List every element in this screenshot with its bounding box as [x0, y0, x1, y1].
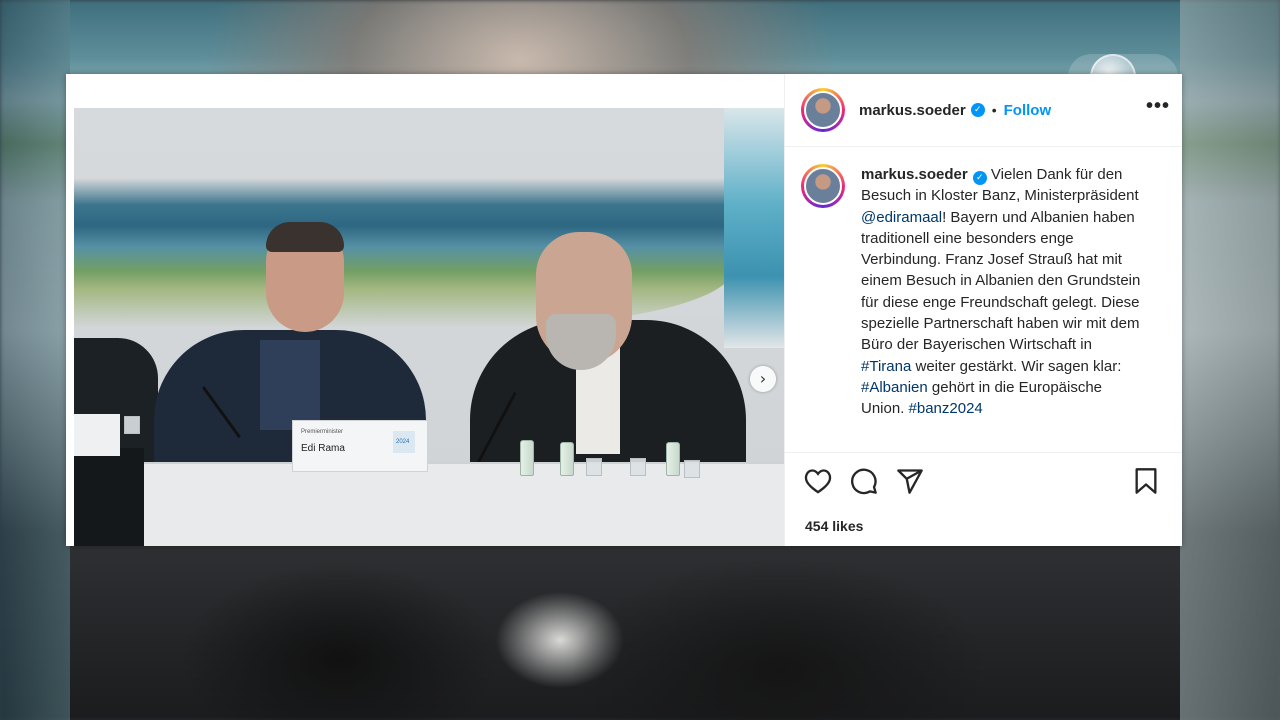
caption: markus.soeder ✓ Vielen Dank für den Besuc…	[785, 164, 1182, 420]
caption-segment: weiter gestärkt. Wir sagen klar:	[911, 357, 1122, 375]
hashtag-link[interactable]: #Albanien	[861, 379, 928, 396]
nameplate	[74, 414, 120, 456]
nameplate-logo-year: 2024	[396, 439, 410, 445]
hashtag-link[interactable]: #banz2024	[909, 400, 983, 417]
caption-body: Vielen Dank für den Besuch in Kloster Ba…	[861, 166, 1140, 417]
glass	[124, 416, 140, 434]
nameplate: Premierminister Edi Rama 2024	[292, 420, 428, 472]
more-options-icon[interactable]: •••	[1146, 96, 1170, 116]
caption-username[interactable]: markus.soeder	[861, 166, 968, 183]
water-bottle	[560, 442, 574, 476]
comment-icon[interactable]	[849, 466, 879, 496]
hashtag-link[interactable]: #Tirana	[861, 358, 911, 375]
mention-link[interactable]: @ediramaal	[861, 209, 942, 226]
caption-segment: ! Bayern und Albanien haben traditionell…	[861, 208, 1141, 354]
glass	[684, 460, 700, 478]
post-media-column: Premierminister Edi Rama 2024 ›	[66, 74, 784, 546]
background-figures	[160, 560, 1060, 720]
water-bottle	[520, 440, 534, 476]
background-left-edge	[0, 0, 70, 720]
divider	[785, 452, 1182, 453]
post-photo[interactable]: Premierminister Edi Rama 2024 ›	[74, 108, 784, 546]
glass	[586, 458, 602, 476]
nameplate-name: Edi Rama	[301, 443, 345, 454]
post-info-column: markus.soeder ✓ • Follow ••• markus.soed…	[784, 74, 1182, 546]
author-username[interactable]: markus.soeder	[859, 102, 966, 119]
likes-count[interactable]: 454 likes	[805, 518, 863, 534]
verified-badge-icon: ✓	[972, 171, 987, 185]
chevron-right-icon: ›	[759, 369, 767, 388]
water-bottle	[666, 442, 680, 476]
caption-avatar[interactable]	[801, 164, 845, 208]
verified-badge-icon: ✓	[970, 103, 985, 117]
follow-button[interactable]: Follow	[1004, 102, 1052, 119]
background-right-edge	[1180, 0, 1280, 720]
glass	[630, 458, 646, 476]
next-image-button[interactable]: ›	[750, 366, 776, 392]
author-avatar[interactable]	[801, 88, 845, 132]
nameplate-logo: 2024	[393, 431, 415, 453]
caption-text: markus.soeder ✓ Vielen Dank für den Besuc…	[861, 164, 1145, 420]
bookmark-icon[interactable]	[1131, 466, 1161, 496]
post-header: markus.soeder ✓ • Follow •••	[785, 74, 1182, 147]
nameplate-title: Premierminister	[301, 429, 344, 435]
heart-icon[interactable]	[803, 466, 833, 496]
send-icon[interactable]	[895, 466, 925, 496]
separator-dot: •	[991, 102, 997, 118]
instagram-post-card: Premierminister Edi Rama 2024 › markus.s…	[66, 74, 1182, 546]
post-actions	[803, 466, 1165, 500]
